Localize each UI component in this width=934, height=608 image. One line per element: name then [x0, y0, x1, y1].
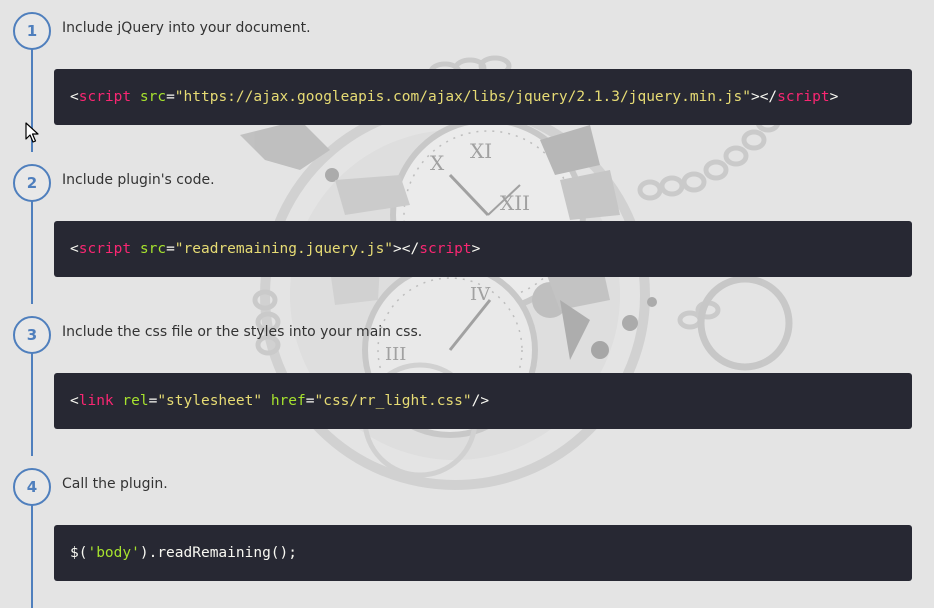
code-block[interactable]: < script src = "https://ajax.googleapis.com… [54, 69, 912, 125]
code-token-attr: src [139, 241, 167, 257]
code-token-plain: ).readRemaining(); [139, 545, 297, 561]
code-token-attr: src [139, 89, 167, 105]
step-description: Include plugin's code. [62, 172, 215, 188]
step-number-badge: 1 [13, 12, 51, 50]
step-3: 3 Include the css file or the styles int… [0, 304, 934, 456]
timeline-line [31, 352, 33, 456]
step-description: Include jQuery into your document. [62, 20, 311, 36]
step-number-badge: 3 [13, 316, 51, 354]
code-token-tag: script [777, 89, 830, 105]
timeline-line [31, 504, 33, 608]
step-4: 4 Call the plugin. $('body').readRemaini… [0, 456, 934, 608]
step-description: Call the plugin. [62, 476, 168, 492]
code-block[interactable]: < link rel = "stylesheet" href = "css/rr_ligh… [54, 373, 912, 429]
code-token-attr: rel [122, 393, 149, 409]
code-block[interactable]: < script src = "readremaining.jquery.js" ></… [54, 221, 912, 277]
code-token-punc: = [166, 89, 175, 105]
code-token-punc: > [829, 89, 839, 105]
installation-steps: 1 Include jQuery into your document. < sc… [0, 0, 934, 608]
mouse-pointer-icon [25, 122, 39, 143]
step-description: Include the css file or the styles into … [62, 324, 423, 340]
code-token-tag: script [78, 89, 132, 105]
code-token-punc: /> [471, 393, 490, 409]
code-block[interactable]: $('body').readRemaining(); [54, 525, 912, 581]
step-2: 2 Include plugin's code. < script src = "re… [0, 152, 934, 304]
code-token-attr: href [270, 393, 306, 409]
code-token-punc: ></ [393, 241, 420, 257]
timeline-line [31, 200, 33, 304]
code-token-plain: $( [70, 545, 88, 561]
code-token-str: "readremaining.jquery.js" [174, 241, 394, 257]
code-token-tag: link [78, 393, 114, 409]
code-token-punc: < [70, 241, 79, 257]
code-token-punc: < [70, 393, 79, 409]
code-token-tag: script [419, 241, 472, 257]
code-token-str: "css/rr_light.css" [314, 393, 472, 409]
step-1: 1 Include jQuery into your document. < sc… [0, 0, 934, 152]
code-token-str: "stylesheet" [157, 393, 263, 409]
code-token-punc: = [148, 393, 158, 409]
step-number-badge: 4 [13, 468, 51, 506]
code-token-punc: > [471, 241, 481, 257]
code-token-attr: 'body' [87, 545, 140, 561]
code-token-punc: = [305, 393, 315, 409]
code-token-str: "https://ajax.googleapis.com/ajax/libs/j… [174, 89, 751, 105]
code-token-punc: < [70, 89, 79, 105]
code-token-tag: script [78, 241, 132, 257]
code-token-punc: ></ [750, 89, 778, 105]
code-token-punc: = [166, 241, 175, 257]
step-number-badge: 2 [13, 164, 51, 202]
